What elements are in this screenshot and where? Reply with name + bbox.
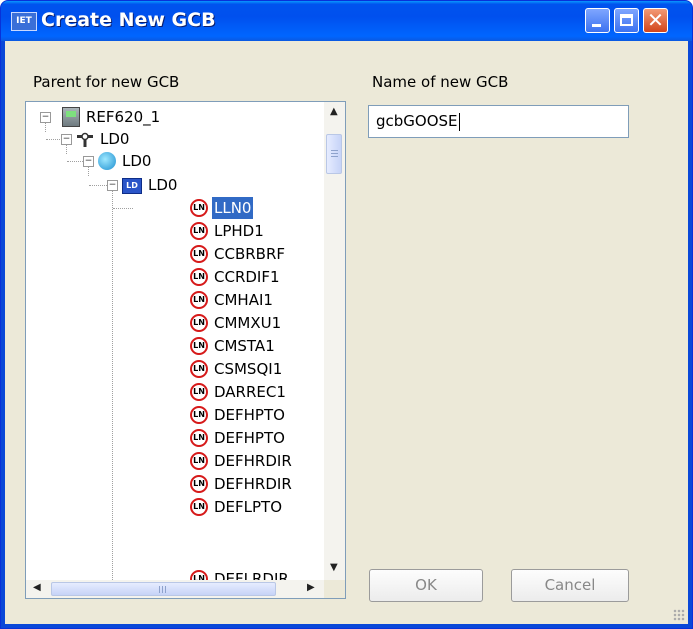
server-icon <box>98 152 116 170</box>
name-label: Name of new GCB <box>372 73 509 91</box>
tree-line <box>46 139 60 141</box>
tree-node-label: LLN0 <box>212 197 254 219</box>
tree-line <box>89 185 107 187</box>
tree-node-label: LD0 <box>100 130 130 148</box>
tree-node-access-point[interactable]: − LD0 <box>26 128 316 150</box>
grip-line <box>331 153 338 154</box>
create-gcb-dialog: IET Create New GCB ✕ Parent for new GCB … <box>0 0 693 629</box>
logical-node-icon: LN <box>190 337 208 355</box>
tree-node-ln[interactable]: LN DEFLPTO <box>26 496 316 518</box>
collapse-icon[interactable]: − <box>40 112 51 123</box>
grip-line <box>165 586 166 593</box>
tree-node-ln[interactable]: LN DEFHRDIR <box>26 450 316 472</box>
tree-node-label: CMMXU1 <box>214 314 282 332</box>
tree-line <box>113 208 133 210</box>
logical-node-icon: LN <box>190 383 208 401</box>
scrollbar-corner <box>324 580 345 598</box>
tree-node-label: DEFLPTO <box>214 498 283 516</box>
tree-node-server[interactable]: − LD0 <box>26 150 316 172</box>
tree-node-ln[interactable]: LN DEFHPTO <box>26 427 316 449</box>
tree-node-ln[interactable]: LN DEFHPTO <box>26 404 316 426</box>
tree-node-label: DEFHRDIR <box>214 475 292 493</box>
vertical-scrollbar[interactable]: ▲ ▼ <box>324 102 345 580</box>
logical-node-icon: LN <box>190 199 208 217</box>
tree-node-label: CMHAI1 <box>214 291 273 309</box>
logical-node-icon: LN <box>190 222 208 240</box>
window-title: Create New GCB <box>41 9 216 31</box>
grip-line <box>159 586 160 593</box>
collapse-icon[interactable]: − <box>83 156 94 167</box>
horizontal-scroll-thumb[interactable] <box>51 582 276 596</box>
tree-node-ln[interactable]: LN CSMSQI1 <box>26 358 316 380</box>
tree-node-ln[interactable]: LN CMHAI1 <box>26 289 316 311</box>
scroll-up-icon[interactable]: ▲ <box>330 106 338 117</box>
close-icon: ✕ <box>647 8 664 32</box>
tree-node-ln[interactable]: LN CMSTA1 <box>26 335 316 357</box>
tree-node-label: DARREC1 <box>214 383 286 401</box>
tree-node-label: DEFHRDIR <box>214 452 292 470</box>
gcb-name-input[interactable]: gcbGOOSE <box>368 105 629 138</box>
tree-node-ln[interactable]: LN LLN0 <box>26 197 316 219</box>
ok-button[interactable]: OK <box>369 569 483 602</box>
logical-device-icon: LD <box>122 178 142 194</box>
tree-node-label: CMSTA1 <box>214 337 275 355</box>
minimize-icon <box>592 24 601 27</box>
tree-node-label: LD0 <box>122 152 152 170</box>
grip-line <box>162 586 163 593</box>
logical-node-icon: LN <box>190 291 208 309</box>
logical-node-icon: LN <box>190 245 208 263</box>
tree-node-ln[interactable]: LN CCRDIF1 <box>26 266 316 288</box>
iet-app-icon: IET <box>11 12 37 31</box>
logical-node-icon: LN <box>190 360 208 378</box>
access-point-icon <box>77 132 93 147</box>
logical-node-icon: LN <box>190 429 208 447</box>
logical-node-icon: LN <box>190 268 208 286</box>
minimize-button[interactable] <box>585 8 610 33</box>
collapse-icon[interactable]: − <box>61 134 72 145</box>
logical-node-icon: LN <box>190 314 208 332</box>
tree-node-label: LD0 <box>148 176 178 194</box>
logical-node-icon: LN <box>190 452 208 470</box>
vertical-scroll-thumb[interactable] <box>326 134 342 174</box>
tree-line <box>67 161 83 163</box>
tree-node-logical-device[interactable]: − LD LD0 <box>26 174 316 196</box>
cancel-button[interactable]: Cancel <box>511 569 629 602</box>
maximize-icon <box>620 14 633 26</box>
grip-line <box>331 150 338 151</box>
close-button[interactable]: ✕ <box>643 8 668 33</box>
dialog-body: Parent for new GCB Name of new GCB − REF… <box>5 41 688 624</box>
tree-node-label: CSMSQI1 <box>214 360 283 378</box>
horizontal-scrollbar[interactable]: ◀ ▶ <box>26 580 324 598</box>
scroll-left-icon[interactable]: ◀ <box>33 582 41 593</box>
parent-label: Parent for new GCB <box>33 73 180 91</box>
ied-device-icon <box>62 107 80 127</box>
tree-node-ln[interactable]: LN CMMXU1 <box>26 312 316 334</box>
tree-node-label: CCBRBRF <box>214 245 286 263</box>
scroll-down-icon[interactable]: ▼ <box>330 562 338 573</box>
logical-node-icon: LN <box>190 475 208 493</box>
tree-node-ln[interactable]: LN LPHD1 <box>26 220 316 242</box>
tree-node-ln[interactable]: LN DEFHRDIR <box>26 473 316 495</box>
logical-node-icon: LN <box>190 406 208 424</box>
tree-node-ln[interactable]: LN DARREC1 <box>26 381 316 403</box>
scroll-right-icon[interactable]: ▶ <box>307 582 315 593</box>
title-bar[interactable]: IET Create New GCB ✕ <box>1 1 692 41</box>
resize-grip-icon[interactable] <box>673 609 685 621</box>
tree-node-label: LPHD1 <box>214 222 264 240</box>
maximize-button[interactable] <box>614 8 639 33</box>
tree-node-label: REF620_1 <box>86 108 161 126</box>
grip-line <box>331 156 338 157</box>
collapse-icon[interactable]: − <box>107 180 118 191</box>
parent-tree-view[interactable]: − REF620_1 − LD0 − LD0 − LD LD0 LN LLN0 … <box>25 101 346 599</box>
tree-node-label: DEFHPTO <box>214 406 285 424</box>
tree-node-label: DEFHPTO <box>214 429 285 447</box>
tree-node-ln[interactable]: LN CCBRBRF <box>26 243 316 265</box>
logical-node-icon: LN <box>190 498 208 516</box>
tree-node-label: CCRDIF1 <box>214 268 280 286</box>
tree-node-ied[interactable]: − REF620_1 <box>26 106 316 128</box>
